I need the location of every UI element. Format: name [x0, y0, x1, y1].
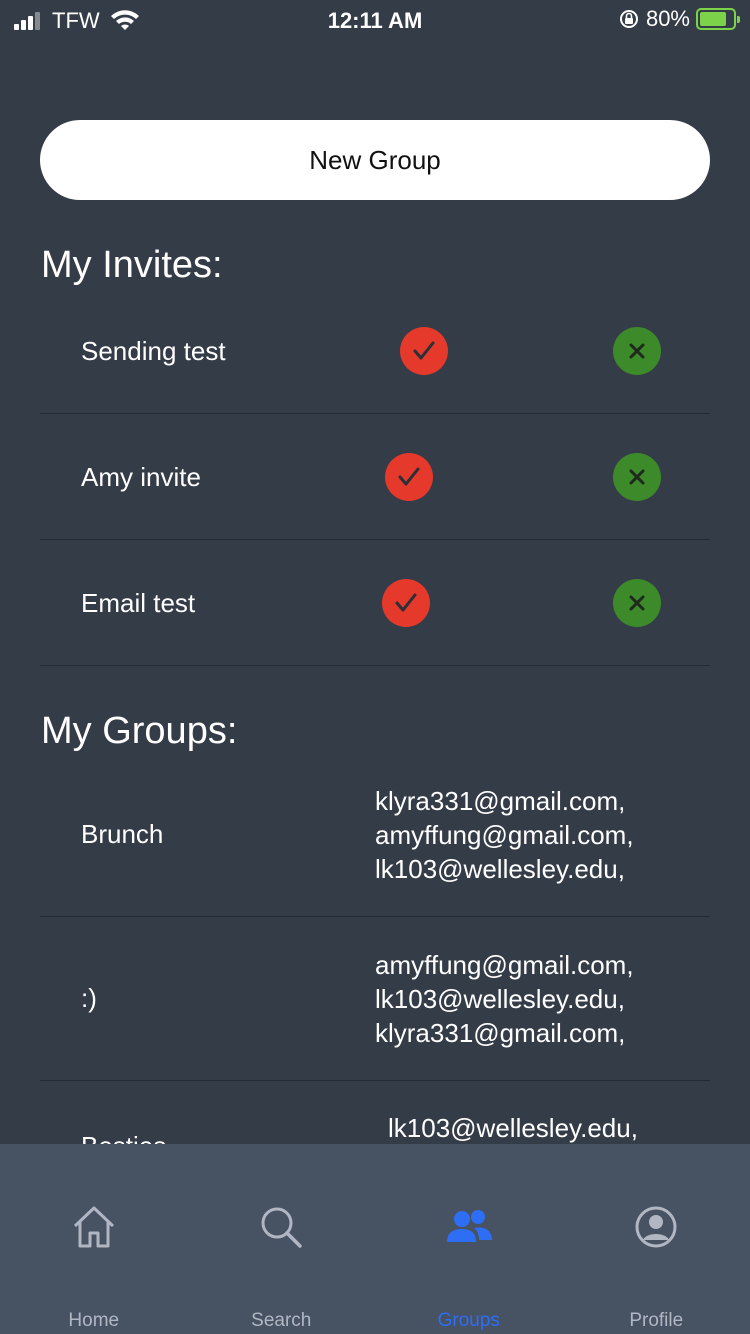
group-row[interactable]: :) amyffung@gmail.com, lk103@wellesley.e…	[40, 917, 710, 1081]
battery-icon	[696, 8, 740, 30]
member-email: klyra331@gmail.com,	[375, 1017, 626, 1048]
group-members: klyra331@gmail.com, amyffung@gmail.com, …	[375, 753, 634, 916]
battery-percent: 80%	[645, 6, 690, 31]
check-icon	[413, 341, 435, 360]
invite-row: Amy invite	[40, 414, 710, 540]
member-email: lk103@wellesley.edu,	[388, 1113, 638, 1143]
group-row[interactable]: Brunch klyra331@gmail.com, amyffung@gmai…	[40, 753, 710, 917]
member-email: amyffung@gmail.com,	[375, 819, 634, 850]
search-icon	[261, 1207, 302, 1248]
group-members: amyffung@gmail.com, lk103@wellesley.edu,…	[375, 917, 634, 1080]
check-icon	[395, 593, 417, 612]
close-icon	[629, 343, 645, 359]
member-email: amyffung@gmail.com,	[375, 949, 634, 980]
tab-profile[interactable]: Profile	[563, 1144, 750, 1334]
group-name: :)	[81, 983, 97, 1013]
invite-name: Amy invite	[81, 462, 201, 492]
tab-label: Groups	[437, 1310, 500, 1331]
status-bar: TFW 12:11 AM 80%	[0, 0, 750, 42]
home-icon	[73, 1206, 114, 1248]
accept-invite-button[interactable]	[400, 327, 448, 375]
close-icon	[629, 469, 645, 485]
member-email: klyra331@gmail.com,	[375, 785, 626, 816]
invite-row: Sending test	[40, 288, 710, 414]
invite-row: Email test	[40, 540, 710, 666]
tab-label: Search	[251, 1310, 312, 1331]
invite-name: Email test	[81, 588, 196, 618]
tab-groups[interactable]: Groups	[375, 1144, 563, 1334]
member-email: lk103@wellesley.edu,	[375, 983, 625, 1014]
profile-icon	[635, 1206, 677, 1248]
new-group-button[interactable]: New Group	[40, 120, 710, 200]
decline-invite-button[interactable]	[613, 453, 661, 501]
invites-title: My Invites:	[41, 244, 223, 286]
orientation-lock-icon	[619, 10, 638, 28]
group-name: Brunch	[81, 819, 164, 849]
invite-name: Sending test	[81, 336, 226, 366]
tab-bar: Home Search Groups Profile	[0, 1144, 750, 1334]
close-icon	[629, 595, 645, 611]
decline-invite-button[interactable]	[613, 579, 661, 627]
tab-search[interactable]: Search	[188, 1144, 376, 1334]
tab-label: Profile	[629, 1310, 684, 1331]
tab-home[interactable]: Home	[0, 1144, 188, 1334]
groups-icon	[446, 1210, 492, 1242]
status-right: 80%	[618, 6, 740, 32]
check-icon	[398, 467, 420, 486]
member-email: lk103@wellesley.edu,	[375, 853, 625, 884]
accept-invite-button[interactable]	[382, 579, 430, 627]
groups-title: My Groups:	[41, 710, 238, 752]
tab-label: Home	[68, 1310, 120, 1331]
accept-invite-button[interactable]	[385, 453, 433, 501]
decline-invite-button[interactable]	[613, 327, 661, 375]
